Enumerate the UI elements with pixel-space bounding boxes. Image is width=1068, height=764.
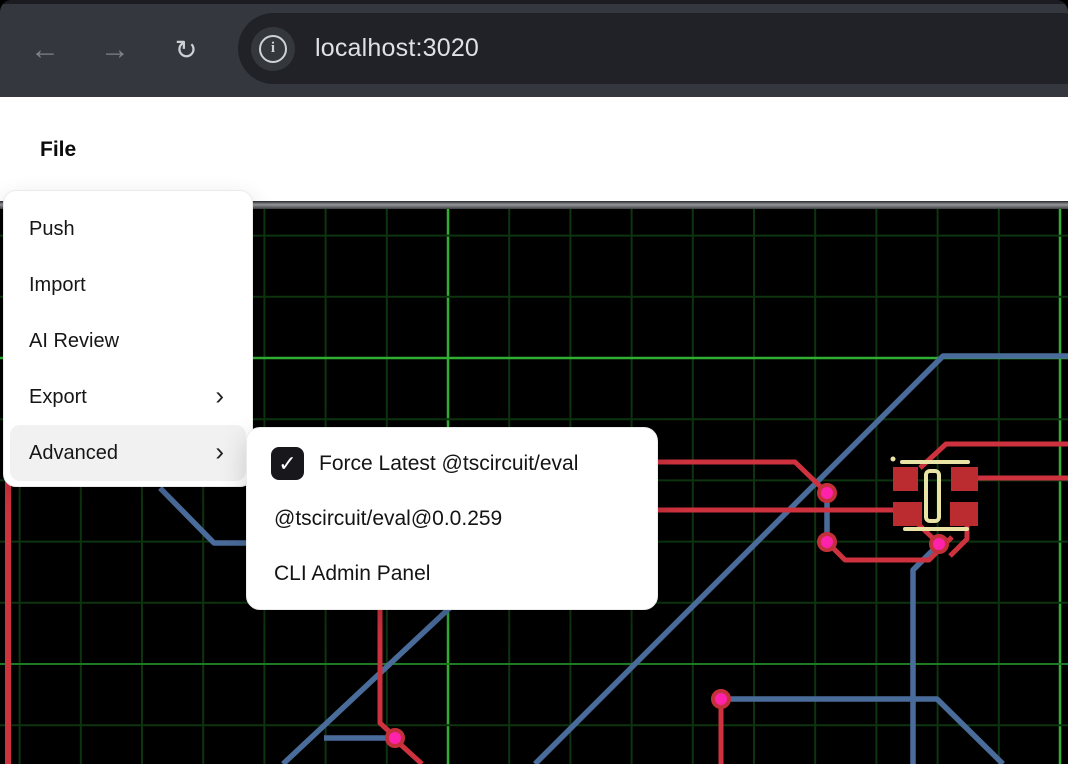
menu-item-label: Export xyxy=(29,386,87,409)
chevron-right-icon: › xyxy=(215,380,224,411)
menu-item-export[interactable]: Export › xyxy=(4,369,252,425)
menu-item-ai-review[interactable]: AI Review xyxy=(4,313,252,369)
submenu-item-label: Force Latest @tscircuit/eval xyxy=(319,452,578,476)
browser-toolbar: ← → ↻ i localhost:3020 xyxy=(0,0,1068,97)
submenu-item-eval-version[interactable]: @tscircuit/eval@0.0.259 xyxy=(247,491,657,546)
window-top-edge xyxy=(0,0,1068,4)
file-menu-button[interactable]: File xyxy=(40,124,76,176)
menu-item-label: Advanced xyxy=(29,442,118,465)
file-dropdown-menu: Push Import AI Review Export › Advanced … xyxy=(3,190,253,487)
submenu-item-cli-admin-panel[interactable]: CLI Admin Panel xyxy=(247,546,657,601)
pad-layer xyxy=(893,467,978,526)
checked-checkbox-icon[interactable]: ✓ xyxy=(271,447,304,480)
address-bar[interactable]: i localhost:3020 xyxy=(238,13,1068,84)
info-icon: i xyxy=(259,35,287,63)
chevron-right-icon: › xyxy=(215,436,224,467)
menu-item-advanced[interactable]: Advanced › xyxy=(10,425,246,481)
menu-item-push[interactable]: Push xyxy=(4,201,252,257)
back-icon[interactable]: ← xyxy=(23,30,67,70)
submenu-item-force-latest[interactable]: ✓ Force Latest @tscircuit/eval xyxy=(247,436,657,491)
menu-item-import[interactable]: Import xyxy=(4,257,252,313)
url-text[interactable]: localhost:3020 xyxy=(315,34,479,63)
advanced-submenu: ✓ Force Latest @tscircuit/eval @tscircui… xyxy=(246,427,658,610)
app-header xyxy=(0,97,1068,201)
reload-icon[interactable]: ↻ xyxy=(164,30,208,70)
forward-icon[interactable]: → xyxy=(93,30,137,70)
site-info-button[interactable]: i xyxy=(251,27,295,71)
